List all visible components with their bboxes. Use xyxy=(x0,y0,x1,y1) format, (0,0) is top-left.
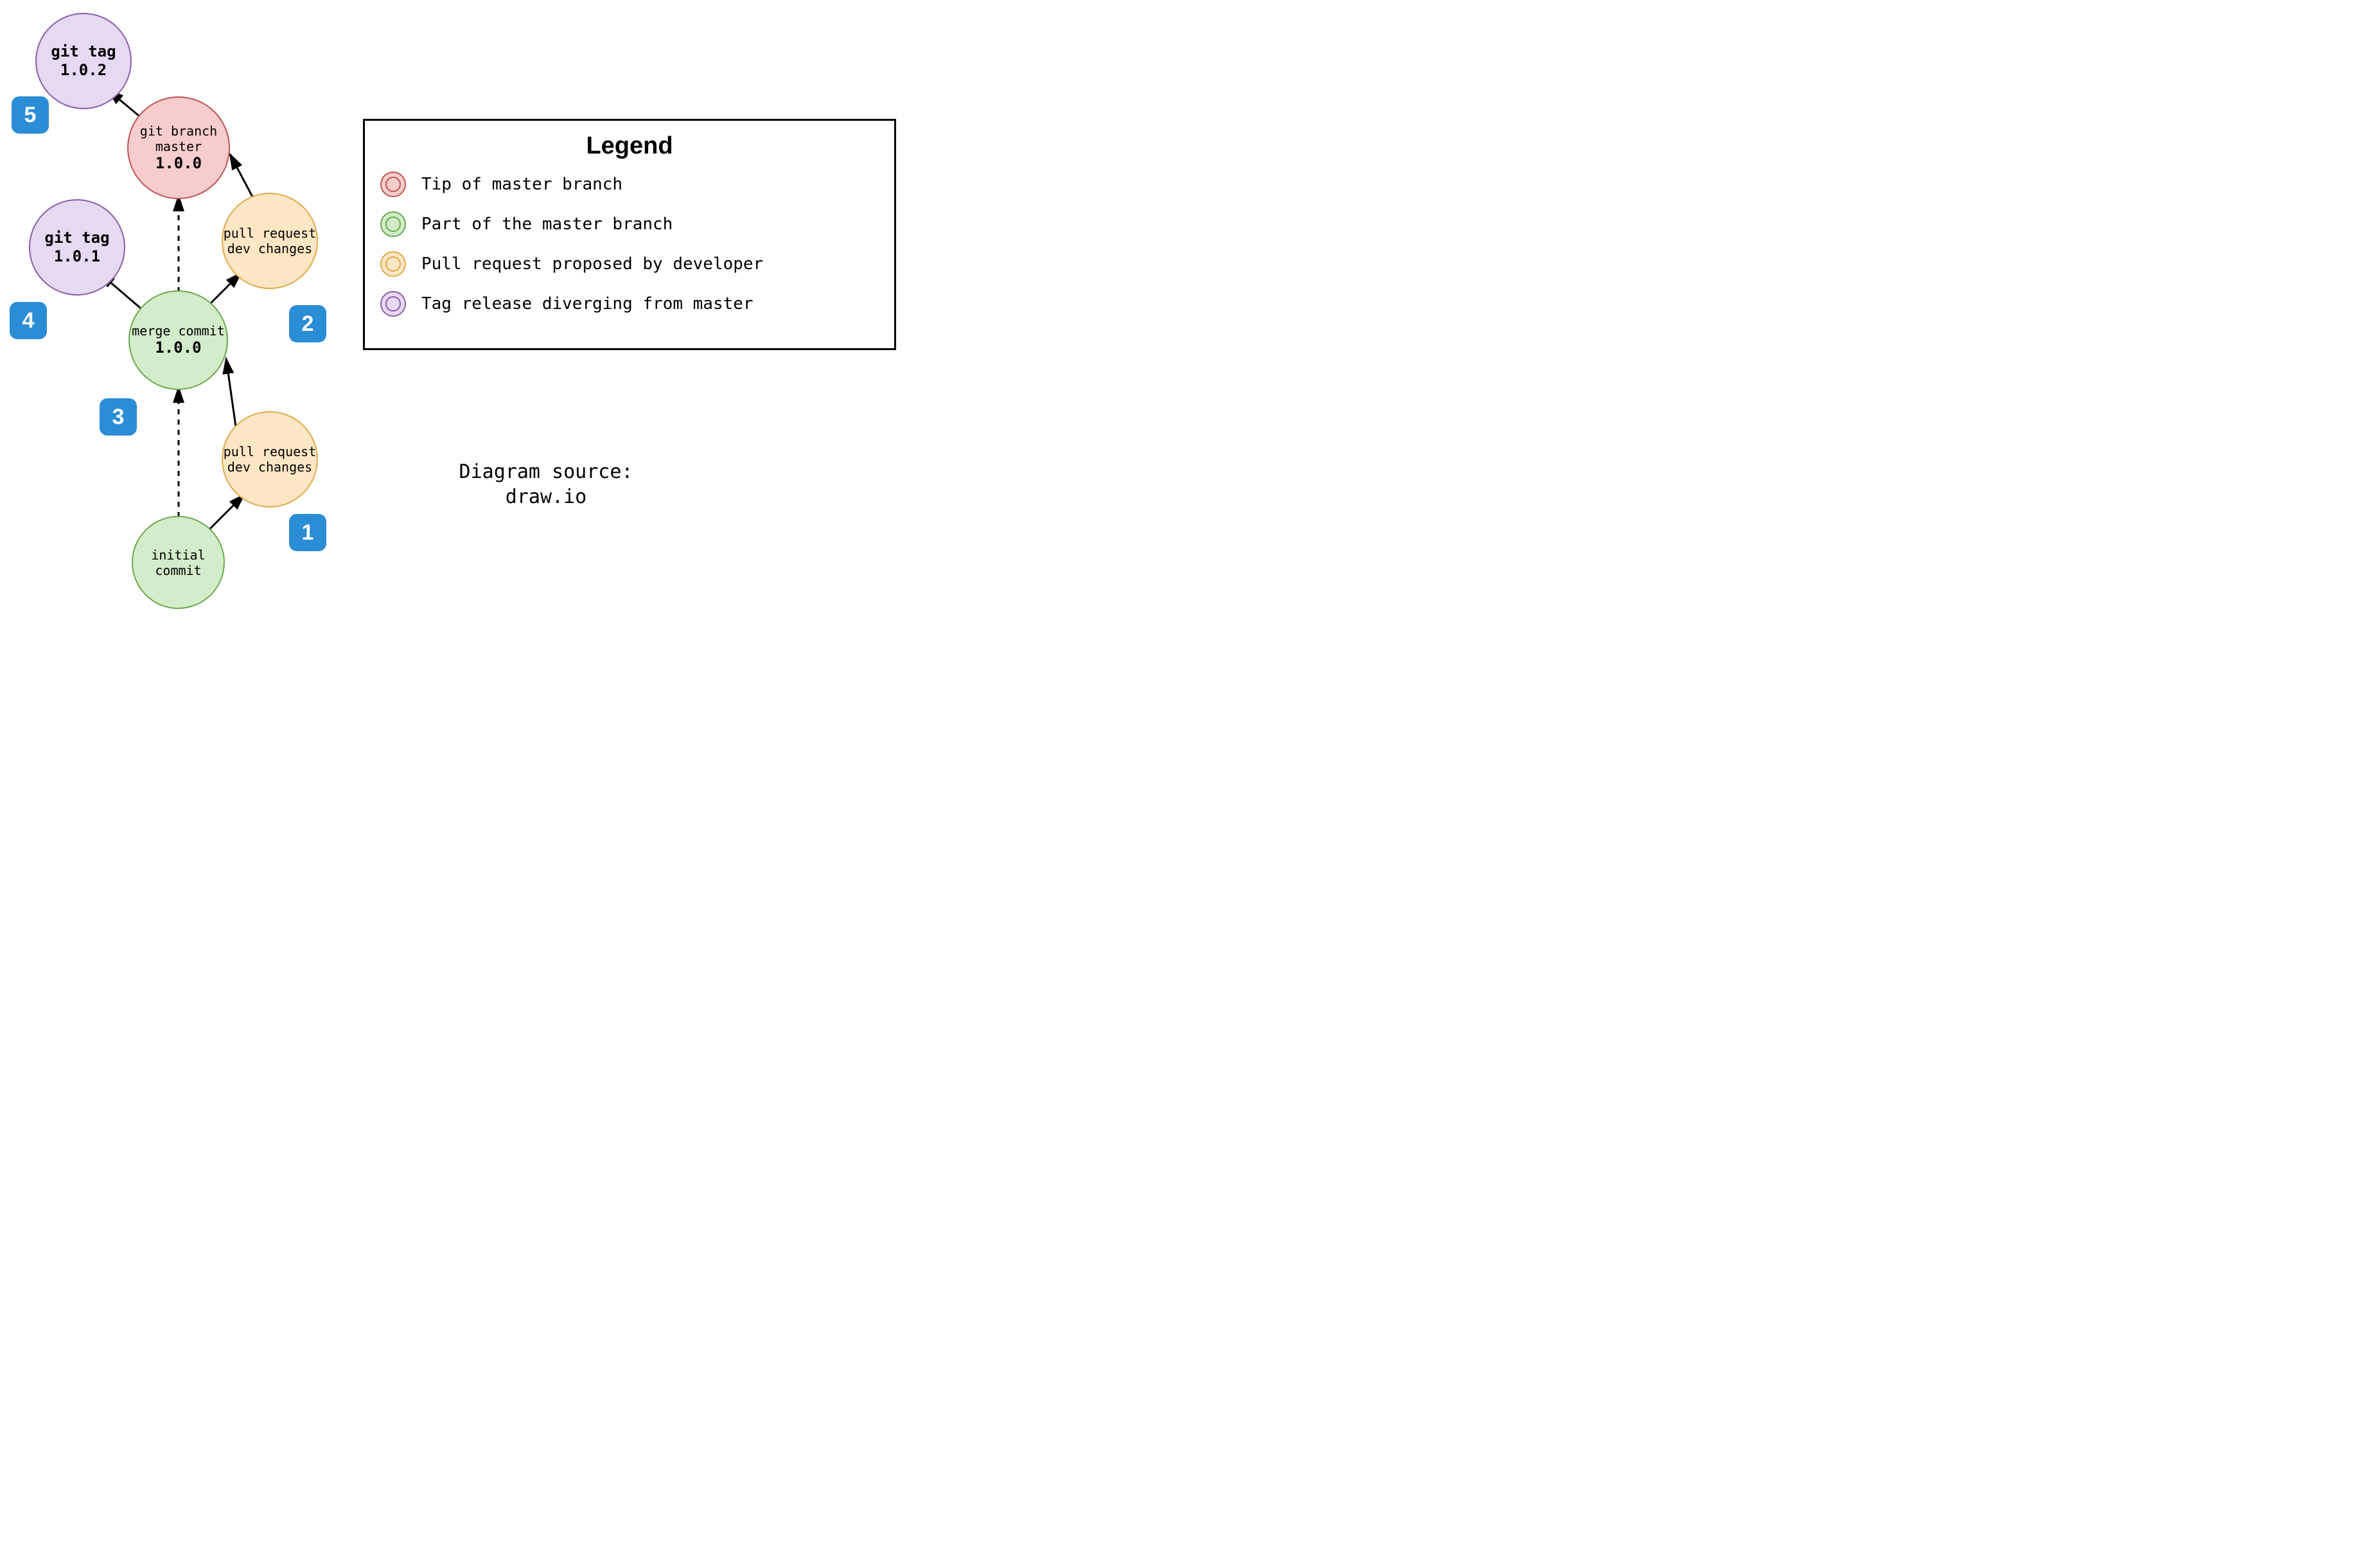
legend-row-green: Part of the master branch xyxy=(380,211,879,237)
node-tag-101: git tag 1.0.1 xyxy=(29,199,125,296)
node-pr-lower: pull request dev changes xyxy=(222,411,318,508)
node-branch-master: git branch master 1.0.0 xyxy=(127,96,230,199)
merge-label: merge commit xyxy=(132,323,225,339)
git-flow-diagram: git tag 1.0.2 git branch master 1.0.0 pu… xyxy=(0,0,951,618)
node-merge-commit: merge commit 1.0.0 xyxy=(128,290,228,390)
tag101-label: git tag xyxy=(44,229,109,247)
initial-label2: commit xyxy=(155,563,201,578)
legend-row-orange: Pull request proposed by developer xyxy=(380,251,879,277)
node-pr-upper: pull request dev changes xyxy=(222,193,318,289)
step-badge-5: 5 xyxy=(12,96,49,134)
legend-swatch-red xyxy=(380,172,406,197)
legend: Legend Tip of master branch Part of the … xyxy=(363,119,896,350)
pr1-label1: pull request xyxy=(224,444,317,459)
legend-label-red: Tip of master branch xyxy=(421,175,622,194)
legend-swatch-green xyxy=(380,211,406,237)
branch-label1: git branch xyxy=(140,123,217,139)
tag101-version: 1.0.1 xyxy=(54,247,100,266)
initial-label1: initial xyxy=(151,547,205,563)
tag102-label: git tag xyxy=(51,42,116,61)
node-tag-102: git tag 1.0.2 xyxy=(35,13,132,109)
source-note: Diagram source: draw.io xyxy=(411,459,681,509)
pr2-label2: dev changes xyxy=(227,241,312,256)
branch-label2: master xyxy=(155,139,202,154)
source-line2: draw.io xyxy=(411,484,681,509)
step-badge-3: 3 xyxy=(100,398,137,436)
branch-version: 1.0.0 xyxy=(155,154,202,173)
legend-swatch-purple xyxy=(380,291,406,317)
pr1-label2: dev changes xyxy=(227,459,312,475)
legend-swatch-orange xyxy=(380,251,406,277)
step-badge-2: 2 xyxy=(289,305,326,342)
legend-title: Legend xyxy=(380,132,879,160)
pr2-label1: pull request xyxy=(224,225,317,241)
step-badge-4: 4 xyxy=(10,302,47,339)
legend-row-purple: Tag release diverging from master xyxy=(380,291,879,317)
legend-label-green: Part of the master branch xyxy=(421,215,673,234)
tag102-version: 1.0.2 xyxy=(60,61,107,80)
source-line1: Diagram source: xyxy=(411,459,681,484)
legend-label-purple: Tag release diverging from master xyxy=(421,294,754,313)
step-badge-1: 1 xyxy=(289,514,326,551)
legend-label-orange: Pull request proposed by developer xyxy=(421,254,763,274)
merge-version: 1.0.0 xyxy=(155,339,201,357)
legend-row-red: Tip of master branch xyxy=(380,172,879,197)
node-initial-commit: initial commit xyxy=(132,516,225,609)
